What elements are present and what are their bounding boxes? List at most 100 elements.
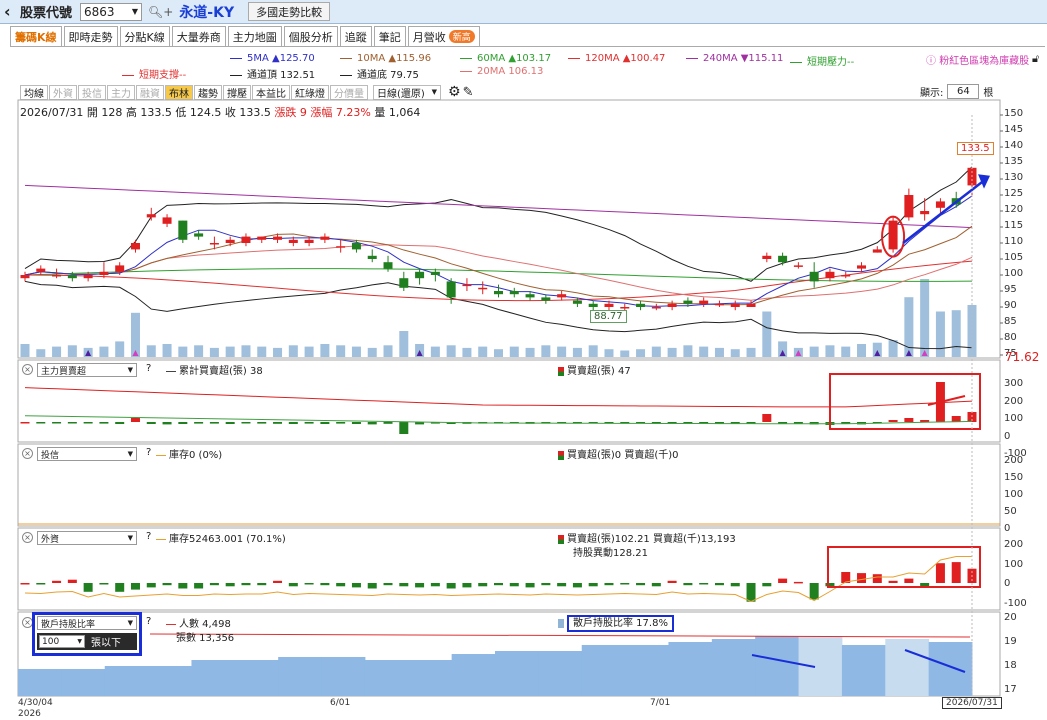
foreign-bar xyxy=(115,583,125,592)
volume-bar xyxy=(225,346,235,357)
candle-body xyxy=(636,303,646,307)
sub-axis-tick: 0 xyxy=(1004,523,1011,534)
main-force-bar xyxy=(36,422,46,424)
candle-body xyxy=(288,239,298,243)
volume-bar xyxy=(194,345,204,357)
main-force-bar xyxy=(320,422,330,424)
foreign-holding-change: 持股異動128.21 xyxy=(573,548,648,559)
main-force-select[interactable]: 主力買賣超 ▼ xyxy=(37,363,137,377)
candle-body xyxy=(683,300,693,304)
threshold-row: 100 ▼ 張以下 xyxy=(37,633,137,650)
sub-axis-tick: 17 xyxy=(1004,684,1017,695)
volume-bar xyxy=(841,346,851,357)
price-tick: 140 xyxy=(1004,140,1024,151)
main-force-bar xyxy=(383,422,393,424)
volume-bar xyxy=(746,347,756,357)
foreign-bar xyxy=(162,583,172,586)
price-tick: 150 xyxy=(1004,108,1024,119)
main-force-bar xyxy=(304,422,314,424)
foreign-bar xyxy=(241,583,251,586)
candle-body xyxy=(367,255,377,259)
main-force-bar xyxy=(257,422,267,424)
chevron-down-icon: ▼ xyxy=(127,366,133,374)
volume-bar xyxy=(762,311,772,357)
holders-people: 人數 4,498 xyxy=(166,615,231,630)
candle-body xyxy=(667,303,677,307)
candle-body xyxy=(130,243,140,250)
volume-bar xyxy=(52,346,62,357)
volume-bar xyxy=(462,347,472,357)
price-tick: 85 xyxy=(1004,316,1017,327)
candle-body xyxy=(699,300,709,304)
holders-area-step xyxy=(451,654,496,696)
foreign-bar xyxy=(651,583,661,587)
candle-body xyxy=(162,217,172,224)
candle-body xyxy=(714,303,724,306)
close-icon[interactable]: × xyxy=(22,364,33,375)
volume-bar xyxy=(67,345,77,357)
candle-body xyxy=(904,195,914,218)
volume-bar xyxy=(399,331,409,357)
foreign-holding-line xyxy=(24,556,972,603)
help-icon[interactable]: ? xyxy=(146,363,151,374)
trust-bar-label: 買賣超(張)0 買賣超(千)0 xyxy=(558,446,679,461)
foreign-bar xyxy=(857,573,867,583)
foreign-bar xyxy=(399,583,409,587)
candle-body xyxy=(841,275,851,277)
candle-body xyxy=(241,236,251,243)
main-force-bar xyxy=(83,422,93,424)
foreign-bar xyxy=(935,563,945,583)
foreign-bar xyxy=(288,583,298,587)
volume-bar xyxy=(888,340,898,357)
trust-select[interactable]: 投信 ▼ xyxy=(37,447,137,461)
candle-body xyxy=(99,271,109,275)
candle-body xyxy=(920,211,930,215)
holders-area-step xyxy=(104,666,149,696)
main-force-bar xyxy=(209,422,219,424)
main-force-bar xyxy=(888,420,898,422)
close-icon[interactable]: × xyxy=(22,448,33,459)
candle-body xyxy=(20,275,30,279)
main-force-arrow xyxy=(927,395,966,406)
main-force-bar xyxy=(146,422,156,424)
main-force-bar xyxy=(367,422,377,425)
candle-body xyxy=(478,287,488,290)
candle-body xyxy=(67,275,77,279)
volume-bar xyxy=(209,347,219,357)
foreign-bar xyxy=(620,583,630,585)
foreign-bar xyxy=(130,583,140,590)
sub-axis-tick: 0 xyxy=(1004,578,1011,589)
foreign-bar xyxy=(714,583,724,586)
threshold-select[interactable]: 100 ▼ xyxy=(39,635,85,648)
foreign-bar xyxy=(273,580,283,583)
chevron-down-icon: ▼ xyxy=(77,638,82,645)
volume-bar xyxy=(36,349,46,357)
foreign-select[interactable]: 外資 ▼ xyxy=(37,531,137,545)
main-force-bar xyxy=(178,422,188,424)
foreign-bar xyxy=(36,583,46,585)
help-icon[interactable]: ? xyxy=(146,447,151,458)
volume-bar xyxy=(494,349,503,357)
volume-bar xyxy=(162,344,172,357)
foreign-bar xyxy=(667,580,677,583)
help-icon[interactable]: ? xyxy=(146,616,151,627)
foreign-bar xyxy=(304,583,314,585)
foreign-bar xyxy=(178,583,188,589)
candle-body xyxy=(399,278,409,288)
x-label-jul: 7/01 xyxy=(650,698,671,708)
volume-bar xyxy=(651,346,661,357)
sub-axis-tick: 100 xyxy=(1004,413,1024,424)
close-icon[interactable]: × xyxy=(22,532,33,543)
holders-area-step xyxy=(581,645,626,696)
foreign-bar xyxy=(383,583,393,586)
foreign-bar xyxy=(446,583,456,589)
holders-area-step xyxy=(495,651,539,696)
low-marker: 88.77 xyxy=(590,310,627,323)
price-tick: 125 xyxy=(1004,188,1024,199)
help-icon[interactable]: ? xyxy=(146,531,151,542)
holders-select[interactable]: 散戶持股比率 ▼ xyxy=(37,616,137,630)
foreign-bar xyxy=(225,583,235,587)
volume-bar xyxy=(525,347,535,357)
candle-body xyxy=(351,243,361,250)
holders-shares: 張數 13,356 xyxy=(176,633,235,644)
